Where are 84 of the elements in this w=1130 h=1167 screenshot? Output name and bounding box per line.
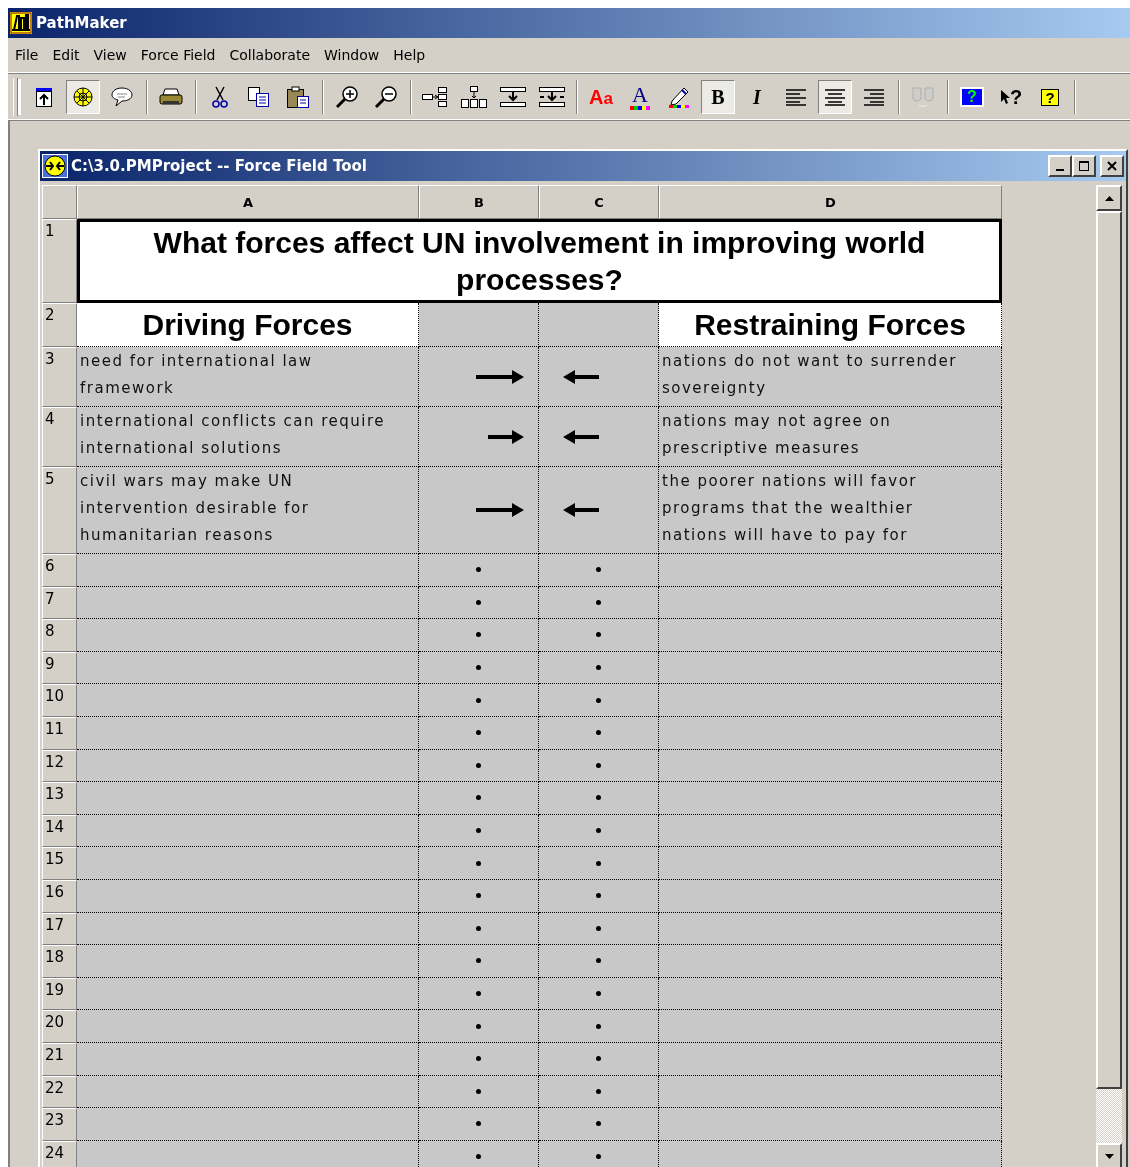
menu-item[interactable]: Collaborate	[224, 45, 316, 65]
menu-item[interactable]: Force Field	[135, 45, 221, 65]
force-field-icon	[42, 154, 68, 178]
printer-icon	[158, 86, 184, 108]
toolbar-grip[interactable]	[13, 78, 18, 116]
menu-item[interactable]: Help	[388, 45, 431, 65]
pointer-icon	[999, 89, 1010, 105]
up-triangle-icon	[1104, 195, 1114, 201]
row-header[interactable]: 18	[42, 945, 77, 978]
tree-down-icon	[460, 85, 488, 109]
document-title: C:\3.0.PMProject -- Force Field Tool	[71, 157, 368, 175]
row-header[interactable]: 7	[42, 586, 77, 620]
help-button[interactable]: ?	[955, 80, 989, 114]
row-header[interactable]: 1	[42, 219, 77, 303]
speech-bubble-icon	[110, 86, 134, 108]
row-header[interactable]: 12	[42, 749, 77, 783]
wheel-icon	[71, 85, 95, 109]
bold-button[interactable]: B	[701, 80, 735, 114]
clipboard-icon	[285, 85, 311, 109]
copy-icon	[246, 85, 272, 109]
color-bar-icon	[630, 106, 650, 110]
app-title: PathMaker	[36, 14, 127, 32]
row-header[interactable]: 5	[42, 467, 77, 554]
close-button[interactable]	[1100, 155, 1124, 177]
insert-row-icon	[499, 85, 527, 109]
italic-button[interactable]: I	[740, 80, 774, 114]
maximize-icon	[1079, 161, 1089, 171]
question-cell: What forces affect UN involvement in improving world processes?	[77, 219, 1002, 303]
insert-row-below-icon	[538, 85, 566, 109]
app-icon	[10, 12, 32, 34]
driving-forces-heading: Driving Forces	[77, 303, 419, 347]
row-header[interactable]: 19	[42, 977, 77, 1011]
menu-item[interactable]: File	[10, 45, 44, 65]
row-header[interactable]: 17	[42, 912, 77, 946]
font-color-button[interactable]: A	[623, 80, 657, 114]
corner-cell[interactable]	[42, 185, 77, 219]
row-header[interactable]: 16	[42, 879, 77, 913]
tree-right-icon	[421, 85, 449, 109]
row-header[interactable]: 6	[42, 554, 77, 587]
scroll-up-button[interactable]	[1096, 185, 1122, 211]
row-header[interactable]: 14	[42, 814, 77, 848]
highlighter-icon	[666, 85, 692, 109]
row-header[interactable]: 11	[42, 716, 77, 750]
align-center-button[interactable]	[818, 80, 852, 114]
restraining-force-text: the poorer nations will favor programs that the wealthier nations will have to pay for	[662, 472, 917, 544]
zoom-in-icon	[334, 85, 360, 109]
column-header[interactable]: C	[539, 185, 659, 219]
menu-item[interactable]: Edit	[47, 45, 85, 65]
row-header[interactable]: 21	[42, 1042, 77, 1076]
row-header[interactable]: 2	[42, 303, 77, 347]
minimize-button[interactable]	[1048, 155, 1072, 177]
menu-item[interactable]: View	[88, 45, 132, 65]
column-header[interactable]: A	[77, 185, 419, 219]
row-header[interactable]: 4	[42, 407, 77, 467]
close-icon	[1107, 161, 1117, 171]
whats-this-button[interactable]: ?	[994, 80, 1028, 114]
column-header[interactable]: D	[659, 185, 1002, 219]
help-book-button[interactable]: ?	[1033, 80, 1067, 114]
zoom-out-icon	[373, 85, 399, 109]
align-right-icon	[862, 87, 886, 107]
row-header[interactable]: 22	[42, 1075, 77, 1109]
menu-item[interactable]: Window	[319, 45, 385, 65]
masks-icon	[910, 85, 936, 109]
row-header[interactable]: 23	[42, 1108, 77, 1141]
row-header[interactable]: 24	[42, 1140, 77, 1167]
row-header[interactable]: 20	[42, 1010, 77, 1043]
row-header[interactable]: 3	[42, 347, 77, 407]
row-header[interactable]: 15	[42, 847, 77, 880]
row-header[interactable]: 8	[42, 619, 77, 652]
align-left-icon	[784, 87, 808, 107]
row-header[interactable]: 9	[42, 651, 77, 685]
row-header[interactable]: 10	[42, 684, 77, 717]
down-triangle-icon	[1104, 1153, 1114, 1159]
scissors-icon	[212, 85, 228, 109]
align-center-icon	[823, 87, 847, 107]
column-header[interactable]: B	[419, 185, 539, 219]
row-header[interactable]: 13	[42, 782, 77, 815]
maximize-button[interactable]	[1072, 155, 1096, 177]
node-icon	[33, 86, 55, 108]
driving-force-text: civil wars may make UN intervention desirable for humanitarian reasons	[80, 472, 310, 544]
wheel-button[interactable]	[66, 80, 100, 114]
restraining-forces-heading: Restraining Forces	[659, 303, 1002, 347]
minimize-icon	[1056, 169, 1064, 171]
scroll-down-button[interactable]	[1096, 1143, 1122, 1167]
